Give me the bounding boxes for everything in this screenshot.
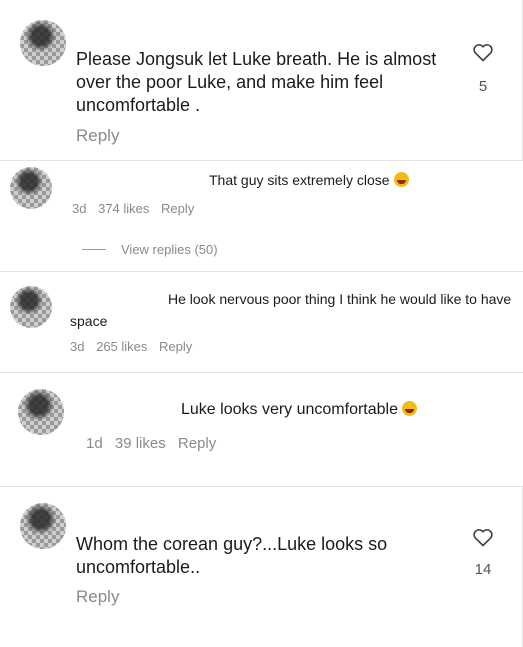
reply-button[interactable]: Reply — [161, 201, 194, 216]
reply-button[interactable]: Reply — [76, 126, 119, 146]
woozy-face-emoji-icon — [402, 401, 417, 416]
comment-age: 3d — [70, 339, 85, 354]
comment-text: He look nervous poor thing I think he wo… — [70, 291, 512, 329]
reply-button[interactable]: Reply — [159, 339, 192, 354]
comment-text: Luke looks very uncomfortable — [181, 401, 417, 419]
avatar[interactable] — [18, 389, 64, 435]
like-count: 14 — [474, 561, 492, 578]
comment-text: That guy sits extremely close — [209, 172, 409, 188]
reply-button[interactable]: Reply — [76, 587, 119, 607]
comment-5: Whom the corean guy?...Luke looks so unc… — [0, 487, 523, 647]
comment-meta: 1d 39 likes Reply — [86, 435, 224, 452]
comment-3: He look nervous poor thing I think he wo… — [0, 272, 523, 372]
comment-text: Whom the corean guy?...Luke looks so unc… — [76, 534, 388, 577]
view-replies-button[interactable]: View replies (50) — [121, 242, 218, 257]
comment-4: Luke looks very uncomfortable 1d 39 like… — [0, 373, 523, 486]
comment-2: That guy sits extremely close 3d 374 lik… — [0, 161, 523, 271]
comment-meta: 3d 374 likes Reply — [72, 201, 202, 216]
comment-age: 3d — [72, 201, 87, 216]
like-count: 265 likes — [96, 339, 148, 354]
laughing-face-emoji-icon — [393, 172, 409, 187]
like-count: 39 likes — [114, 435, 166, 452]
avatar[interactable] — [10, 286, 52, 328]
comment-age: 1d — [86, 435, 103, 452]
avatar[interactable] — [10, 167, 52, 209]
comment-meta: 3d 265 likes Reply — [70, 339, 200, 354]
avatar[interactable] — [20, 20, 66, 66]
view-replies-line — [82, 249, 106, 250]
reply-button[interactable]: Reply — [178, 435, 216, 452]
avatar[interactable] — [20, 503, 66, 549]
like-count: 374 likes — [98, 201, 150, 216]
heart-icon[interactable] — [471, 40, 495, 64]
like-count: 5 — [478, 78, 488, 95]
comment-text: Please Jongsuk let Luke breath. He is al… — [76, 49, 437, 115]
heart-icon[interactable] — [471, 525, 495, 549]
comment-1: Please Jongsuk let Luke breath. He is al… — [0, 0, 523, 160]
